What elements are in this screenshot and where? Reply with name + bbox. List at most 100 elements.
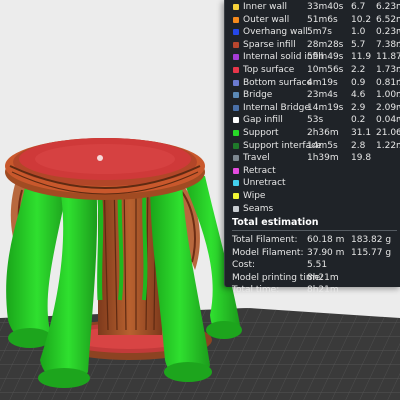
total-value: 8h21m <box>307 285 339 296</box>
feature-name: Overhang wall <box>243 27 308 38</box>
color-swatch-icon[interactable] <box>233 142 239 149</box>
model-top-rim <box>5 138 205 200</box>
total-row: Total time: 8h21m <box>225 284 400 296</box>
feature-row[interactable]: Internal solid infill59m49s11.911.87m35 <box>225 51 400 64</box>
total-row: Total Filament: 60.18 m 183.82 g <box>225 234 400 246</box>
feature-percent: 1.0 <box>351 27 366 38</box>
feature-length: 1.73m <box>376 64 400 75</box>
feature-row[interactable]: Retract <box>225 165 400 178</box>
feature-name: Bridge <box>243 90 273 101</box>
feature-length: 0.81m <box>376 77 400 88</box>
feature-name: Seams <box>243 203 274 214</box>
feature-row[interactable]: Wipe <box>225 190 400 203</box>
feature-percent: 2.8 <box>351 140 366 151</box>
feature-time: 51m6s <box>307 14 338 25</box>
feature-row[interactable]: Top surface10m56s2.21.73m5. <box>225 64 400 77</box>
feature-length: 1.00m <box>376 90 400 101</box>
feature-percent: 2.2 <box>351 64 366 75</box>
feature-time: 14m19s <box>307 102 344 113</box>
feature-time: 14m5s <box>307 140 338 151</box>
feature-row[interactable]: Unretract <box>225 177 400 190</box>
feature-name: Support <box>243 127 279 138</box>
feature-time: 10m56s <box>307 64 344 75</box>
slice-statistics-panel: Inner wall33m40s6.76.23m19Outer wall51m6… <box>224 0 400 295</box>
color-swatch-icon[interactable] <box>233 41 239 48</box>
feature-length: 21.06m <box>376 127 400 138</box>
feature-row[interactable]: Gap infill53s0.20.04m0. <box>225 114 400 127</box>
feature-row[interactable]: Bottom surface4m19s0.90.81m2. <box>225 77 400 90</box>
feature-length: 6.52m <box>376 14 400 25</box>
feature-row[interactable]: Outer wall51m6s10.26.52m19 <box>225 14 400 27</box>
feature-name: Bottom surface <box>243 77 313 88</box>
total-row: Model Filament: 37.90 m 115.77 g <box>225 247 400 259</box>
feature-percent: 19.8 <box>351 153 372 164</box>
feature-name: Inner wall <box>243 2 288 12</box>
feature-name: Gap infill <box>243 115 283 126</box>
total-label: Total Filament: <box>232 235 298 245</box>
feature-row[interactable]: Support interface14m5s2.81.22m3. <box>225 140 400 153</box>
feature-name: Outer wall <box>243 14 290 25</box>
color-swatch-icon[interactable] <box>233 4 239 10</box>
total-label: Total time: <box>232 285 280 296</box>
color-swatch-icon[interactable] <box>233 16 239 23</box>
feature-length: 11.87m <box>376 52 400 63</box>
total-value: 8h21m <box>307 272 339 283</box>
feature-row[interactable]: Internal Bridge14m19s2.92.09m6. <box>225 102 400 115</box>
feature-row[interactable]: Travel 1h39m 19.8 <box>225 152 400 165</box>
feature-name: Internal Bridge <box>243 102 310 113</box>
feature-row[interactable]: Sparse infill28m28s5.77.38m22 <box>225 39 400 52</box>
feature-name: Unretract <box>243 178 286 189</box>
divider <box>232 230 397 231</box>
feature-name: Wipe <box>243 190 266 201</box>
feature-percent: 10.2 <box>351 14 372 25</box>
feature-row[interactable]: Overhang wall5m7s1.00.23m0. <box>225 26 400 39</box>
color-swatch-icon[interactable] <box>233 92 239 99</box>
feature-time: 23m4s <box>307 90 338 101</box>
feature-percent: 2.9 <box>351 102 366 113</box>
feature-time: 1h39m <box>307 153 339 164</box>
color-swatch-icon[interactable] <box>233 79 239 86</box>
feature-length: 1.22m <box>376 140 400 151</box>
feature-percent: 4.6 <box>351 90 366 101</box>
feature-time: 33m40s <box>307 2 344 12</box>
feature-length: 6.23m <box>376 2 400 12</box>
feature-length: 7.38m <box>376 39 400 50</box>
feature-name: Travel <box>243 153 270 164</box>
feature-row[interactable]: Bridge23m4s4.61.00m3. <box>225 89 400 102</box>
total-label: Cost: <box>232 260 256 271</box>
color-swatch-icon[interactable] <box>233 129 239 136</box>
color-swatch-icon[interactable] <box>233 205 239 212</box>
feature-percent: 0.2 <box>351 115 366 126</box>
feature-name: Retract <box>243 165 276 176</box>
color-swatch-icon[interactable] <box>233 66 239 73</box>
total-value: 37.90 m <box>307 247 345 258</box>
total-value-secondary: 183.82 g <box>351 235 392 245</box>
feature-time: 4m19s <box>307 77 338 88</box>
color-swatch-icon[interactable] <box>233 180 239 187</box>
feature-length: 2.09m <box>376 102 400 113</box>
feature-percent: 0.9 <box>351 77 366 88</box>
total-value: 60.18 m <box>307 235 345 245</box>
color-swatch-icon[interactable] <box>233 29 239 36</box>
color-swatch-icon[interactable] <box>233 104 239 111</box>
total-value: 5.51 <box>307 260 328 271</box>
feature-row[interactable]: Support2h36m31.121.06m64 <box>225 127 400 140</box>
feature-percent: 11.9 <box>351 52 372 63</box>
feature-length: 0.04m <box>376 115 400 126</box>
color-swatch-icon[interactable] <box>233 155 239 162</box>
feature-type-list: Inner wall33m40s6.76.23m19Outer wall51m6… <box>225 1 400 215</box>
feature-time: 28m28s <box>307 39 344 50</box>
color-swatch-icon[interactable] <box>233 167 239 174</box>
total-label: Model Filament: <box>232 247 304 258</box>
feature-row[interactable]: Seams <box>225 203 400 216</box>
color-swatch-icon[interactable] <box>233 117 239 124</box>
feature-row[interactable]: Inner wall33m40s6.76.23m19 <box>225 1 400 14</box>
total-row: Cost: 5.51 <box>225 259 400 271</box>
total-value-secondary: 115.77 g <box>351 247 392 258</box>
color-swatch-icon[interactable] <box>233 54 239 61</box>
feature-name: Sparse infill <box>243 39 296 50</box>
feature-percent: 5.7 <box>351 39 366 50</box>
color-swatch-icon[interactable] <box>233 192 239 199</box>
total-estimation-title: Total estimation <box>232 217 319 228</box>
feature-percent: 6.7 <box>351 2 366 12</box>
